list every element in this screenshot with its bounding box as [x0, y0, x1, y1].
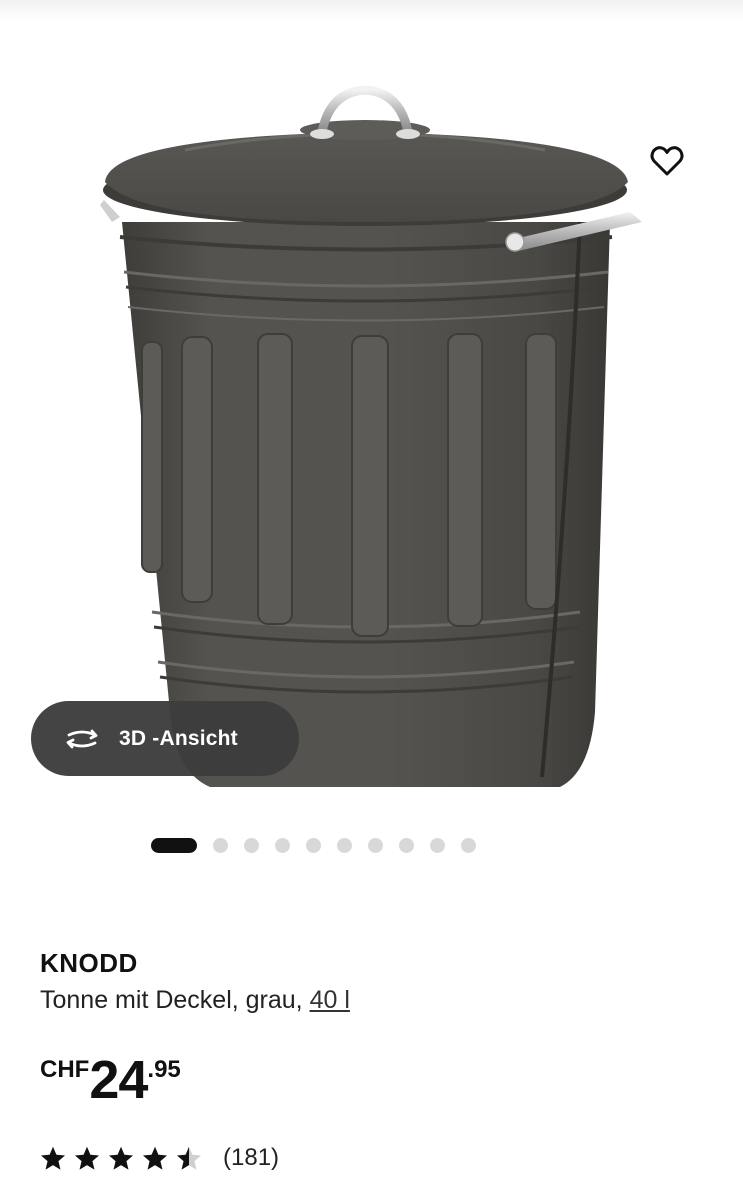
star-filled-icon [109, 1146, 133, 1170]
pagination-dot[interactable] [368, 837, 383, 853]
product-description: Tonne mit Deckel, grau, 40 l [40, 986, 350, 1015]
star-filled-icon [41, 1146, 65, 1170]
product-size-link[interactable]: 40 l [310, 986, 350, 1014]
star-half-icon [177, 1146, 201, 1170]
pagination-dot[interactable] [275, 837, 290, 853]
pagination-dot[interactable] [399, 837, 414, 853]
gallery-pagination [0, 835, 743, 855]
pagination-dot[interactable] [306, 837, 321, 853]
pagination-dot-active[interactable] [151, 837, 197, 853]
3d-view-button[interactable]: 3D -Ansicht [31, 701, 299, 776]
price-integer: 24 [89, 1050, 148, 1110]
price-decimal: .95 [147, 1056, 181, 1083]
3d-view-label: 3D -Ansicht [119, 726, 238, 750]
product-description-text: Tonne mit Deckel, grau, [40, 986, 310, 1014]
pagination-dot[interactable] [244, 837, 259, 853]
star-filled-icon [143, 1146, 167, 1170]
top-bar-shadow [0, 0, 743, 22]
pagination-dot[interactable] [461, 837, 476, 853]
rating-stars [39, 1145, 203, 1171]
product-image-gallery[interactable]: 3D -Ansicht [0, 22, 743, 812]
pagination-dot[interactable] [337, 837, 352, 853]
product-rating[interactable]: (181) [39, 1144, 279, 1172]
price-currency: CHF [40, 1056, 90, 1083]
rotate-3d-icon [66, 729, 98, 748]
pagination-dot[interactable] [213, 837, 228, 853]
heart-outline-icon [650, 146, 684, 176]
star-filled-icon [75, 1146, 99, 1170]
pagination-dot[interactable] [430, 837, 445, 853]
product-price: CHF 24 .95 [40, 1052, 181, 1108]
product-name: KNODD [40, 948, 138, 978]
favorite-button[interactable] [640, 134, 694, 188]
rating-count: (181) [223, 1144, 280, 1171]
